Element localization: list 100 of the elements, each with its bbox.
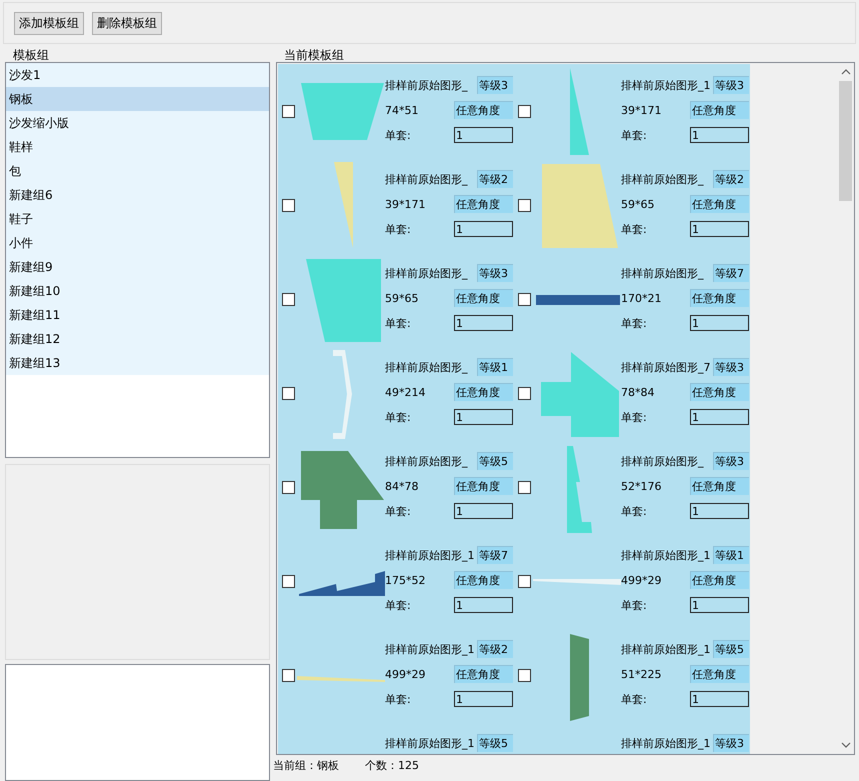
group-item[interactable]: 鞋样 — [6, 135, 269, 159]
count-field[interactable]: 1 — [690, 597, 749, 613]
group-item[interactable]: 鞋子 — [6, 207, 269, 231]
toolbar-button[interactable]: 删除模板组 — [92, 12, 162, 34]
group-item[interactable]: 新建组9 — [6, 255, 269, 279]
group-item[interactable]: 新建组6 — [6, 183, 269, 207]
rotation-field[interactable]: 任意角度 — [454, 477, 513, 495]
grade-field[interactable]: 等级3 — [477, 76, 513, 94]
grade-field[interactable]: 等级1 — [713, 546, 749, 564]
shape-name: 排样前原始图形_1 — [621, 548, 710, 562]
checkbox[interactable] — [282, 292, 295, 306]
grade-field[interactable]: 等级3 — [713, 734, 749, 752]
scrollbar-thumb[interactable] — [839, 81, 852, 201]
shape-size: 59*65 — [621, 198, 654, 210]
count-label: 单套: — [385, 598, 411, 612]
grade-field[interactable]: 等级3 — [713, 76, 749, 94]
checkbox[interactable] — [282, 386, 295, 400]
count-field[interactable]: 1 — [454, 409, 513, 425]
count-field[interactable]: 1 — [690, 221, 749, 237]
group-item[interactable]: 钢板 — [6, 87, 269, 111]
rotation-field[interactable]: 任意角度 — [454, 383, 513, 401]
count-label: 单套: — [385, 222, 411, 236]
checkbox[interactable] — [518, 668, 531, 682]
rotation-field[interactable]: 任意角度 — [690, 289, 749, 307]
count-label: 单套: — [621, 692, 647, 706]
rotation-field[interactable]: 任意角度 — [454, 289, 513, 307]
count-status: 个数：125 — [365, 758, 419, 772]
count-label: 单套: — [621, 410, 647, 424]
checkbox[interactable] — [518, 574, 531, 588]
grade-field[interactable]: 等级5 — [477, 734, 513, 752]
grade-field[interactable]: 等级3 — [477, 264, 513, 282]
checkbox[interactable] — [518, 104, 531, 118]
checkbox[interactable] — [282, 104, 295, 118]
rotation-field[interactable]: 任意角度 — [454, 101, 513, 119]
grade-field[interactable]: 等级7 — [477, 546, 513, 564]
count-label: 单套: — [621, 504, 647, 518]
count-label: 单套: — [621, 316, 647, 330]
count-label: 单套: — [385, 692, 411, 706]
grade-field[interactable]: 等级1 — [477, 358, 513, 376]
group-item[interactable]: 小件 — [6, 231, 269, 255]
group-item[interactable]: 新建组13 — [6, 351, 269, 375]
toolbar-button[interactable]: 添加模板组 — [14, 12, 84, 34]
checkbox[interactable] — [518, 480, 531, 494]
count-field[interactable]: 1 — [454, 315, 513, 331]
group-item[interactable]: 新建组10 — [6, 279, 269, 303]
checkbox[interactable] — [518, 292, 531, 306]
shape-name: 排样前原始图形_ — [621, 454, 704, 468]
count-field[interactable]: 1 — [454, 127, 513, 143]
shape-name: 排样前原始图形_1 — [385, 548, 474, 562]
count-label: 单套: — [621, 128, 647, 142]
rotation-field[interactable]: 任意角度 — [690, 101, 749, 119]
count-field[interactable]: 1 — [690, 315, 749, 331]
group-item[interactable]: 新建组12 — [6, 327, 269, 351]
grade-field[interactable]: 等级2 — [713, 170, 749, 188]
checkbox[interactable] — [282, 480, 295, 494]
rotation-field[interactable]: 任意角度 — [454, 571, 513, 589]
shape-size: 170*21 — [621, 292, 662, 304]
count-field[interactable]: 1 — [690, 691, 749, 707]
grade-field[interactable]: 等级2 — [477, 640, 513, 658]
rotation-field[interactable]: 任意角度 — [690, 665, 749, 683]
checkbox[interactable] — [282, 668, 295, 682]
count-field[interactable]: 1 — [690, 503, 749, 519]
grade-field[interactable]: 等级7 — [713, 264, 749, 282]
checkbox[interactable] — [518, 198, 531, 212]
shape-size: 74*51 — [385, 104, 418, 116]
grade-field[interactable]: 等级3 — [713, 358, 749, 376]
rotation-field[interactable]: 任意角度 — [454, 195, 513, 213]
count-field[interactable]: 1 — [690, 127, 749, 143]
checkbox[interactable] — [282, 574, 295, 588]
rotation-field[interactable]: 任意角度 — [690, 477, 749, 495]
count-field[interactable]: 1 — [454, 691, 513, 707]
checkbox[interactable] — [282, 198, 295, 212]
group-item[interactable]: 新建组11 — [6, 303, 269, 327]
count-field[interactable]: 1 — [690, 409, 749, 425]
group-item[interactable]: 沙发缩小版 — [6, 111, 269, 135]
rotation-field[interactable]: 任意角度 — [454, 665, 513, 683]
count-field[interactable]: 1 — [454, 597, 513, 613]
grade-field[interactable]: 等级5 — [477, 452, 513, 470]
shape-name: 排样前原始图形_1 — [621, 78, 710, 92]
checkbox[interactable] — [518, 386, 531, 400]
rotation-field[interactable]: 任意角度 — [690, 571, 749, 589]
group-item[interactable]: 沙发1 — [6, 63, 269, 87]
grade-field[interactable]: 等级2 — [477, 170, 513, 188]
count-label: 单套: — [385, 410, 411, 424]
group-item[interactable]: 包 — [6, 159, 269, 183]
count-field[interactable]: 1 — [454, 221, 513, 237]
shape-name: 排样前原始图形_ — [385, 172, 468, 186]
shape-size: 49*214 — [385, 386, 426, 398]
current-group-title: 当前模板组 — [284, 48, 344, 62]
shape-size: 51*225 — [621, 668, 662, 680]
scroll-down-icon[interactable] — [840, 742, 850, 748]
shape-name: 排样前原始图形_ — [621, 172, 704, 186]
grade-field[interactable]: 等级3 — [713, 452, 749, 470]
shape-name: 排样前原始图形_1 — [621, 736, 710, 750]
scroll-up-icon[interactable] — [840, 69, 850, 75]
grade-field[interactable]: 等级5 — [713, 640, 749, 658]
rotation-field[interactable]: 任意角度 — [690, 383, 749, 401]
count-field[interactable]: 1 — [454, 503, 513, 519]
rotation-field[interactable]: 任意角度 — [690, 195, 749, 213]
count-label: 单套: — [385, 316, 411, 330]
